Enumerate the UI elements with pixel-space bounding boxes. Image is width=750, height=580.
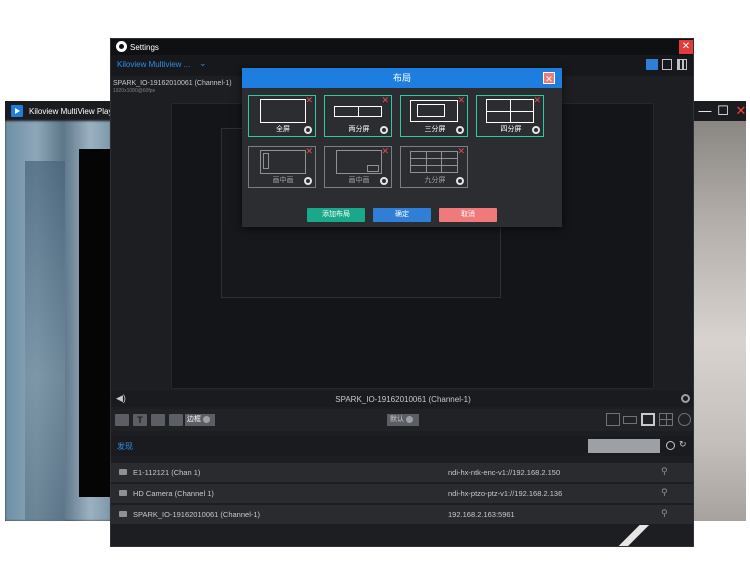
border-button-label: 边框 — [187, 416, 201, 423]
refresh-icon[interactable]: ↻ — [679, 439, 687, 450]
cancel-button[interactable]: 取消 — [439, 208, 497, 222]
monitor-settings-gear-icon[interactable] — [681, 394, 690, 403]
settings-titlebar: Settings ✕ — [111, 39, 693, 55]
delete-icon[interactable]: ✕ — [381, 146, 389, 157]
layout-tile-two[interactable]: ✕ 两分屏 — [324, 95, 392, 137]
source-title: SPARK_IO-19162010061 (Channel-1) — [113, 80, 232, 87]
four-split-preview — [486, 99, 534, 123]
source-name: SPARK_IO-19162010061 (Channel-1) — [133, 510, 261, 519]
kiloview-logo-icon — [11, 105, 23, 117]
source-url: 192.168.2.163:5961 — [448, 510, 515, 519]
source-name: HD Camera (Channel 1) — [133, 489, 214, 498]
pin-icon[interactable]: ⚲ — [661, 508, 668, 519]
delete-icon[interactable]: ✕ — [457, 95, 465, 106]
add-layout-button[interactable]: 添加布局 — [307, 208, 365, 222]
gear-icon[interactable] — [380, 126, 388, 134]
video-background-right — [693, 121, 746, 521]
default-button-label: 默认 — [390, 416, 404, 423]
player-title: Kiloview MultiView Player — [29, 107, 120, 116]
gear-icon[interactable] — [456, 126, 464, 134]
cursor-shape — [611, 525, 651, 546]
layout-tile-nine[interactable]: ✕ 九分屏 — [400, 146, 468, 188]
source-url: ndi-hx-ntk-enc-v1://192.168.2.150 — [448, 468, 561, 477]
pin-icon[interactable]: ⚲ — [661, 466, 668, 477]
default-close-icon[interactable] — [405, 415, 413, 423]
layout-tile-fullscreen[interactable]: ✕ 全屏 — [248, 95, 316, 137]
layout-tile-three[interactable]: ✕ 三分屏 — [400, 95, 468, 137]
zoom-out-icon[interactable] — [678, 413, 691, 426]
fullscreen-preview — [260, 99, 306, 123]
dialog-close-button[interactable]: ✕ — [543, 72, 555, 84]
delete-icon[interactable]: ✕ — [305, 146, 313, 157]
video-background-left-detail — [25, 161, 65, 521]
delete-icon[interactable]: ✕ — [305, 95, 313, 106]
gear-icon[interactable] — [532, 126, 540, 134]
pin-icon[interactable]: ⚲ — [661, 487, 668, 498]
source-resolution: 1920x1080@60fps — [113, 88, 156, 94]
nine-split-preview — [410, 151, 458, 173]
minimize-button[interactable]: — — [695, 101, 715, 121]
default-button[interactable]: 默认 — [387, 414, 419, 426]
pip-inset — [263, 153, 269, 169]
layout-single-icon[interactable] — [606, 413, 620, 426]
multiview-dropdown[interactable]: Kiloview Multiview ... — [117, 60, 190, 69]
layout-toolbar: T 边框 默认 — [111, 409, 693, 431]
dialog-title: 布局 — [242, 68, 562, 88]
add-source-icon[interactable] — [666, 441, 675, 450]
layout-tool-grid-icon[interactable] — [115, 414, 129, 426]
three-split-inner — [417, 104, 445, 117]
layout-pip-icon[interactable] — [641, 413, 655, 426]
table-tool-icon[interactable] — [151, 414, 165, 426]
settings-title: Settings — [130, 43, 159, 52]
source-row[interactable]: E1-112121 (Chan 1) ndi-hx-ntk-enc-v1://1… — [111, 463, 693, 482]
export-icon[interactable] — [662, 59, 672, 70]
pip-inset — [367, 165, 379, 172]
search-input[interactable] — [588, 439, 660, 453]
gear-icon[interactable] — [380, 177, 388, 185]
layout-two-icon[interactable] — [623, 416, 637, 424]
chevron-down-icon[interactable]: ⌄ — [199, 58, 207, 69]
source-url: ndi-hx-ptzo-ptz-v1://192.168.2.136 — [448, 489, 563, 498]
camera-icon — [119, 511, 127, 517]
delete-icon[interactable]: ✕ — [381, 95, 389, 106]
grid-icon[interactable] — [677, 59, 687, 70]
camera-icon — [119, 490, 127, 496]
gear-icon[interactable] — [304, 126, 312, 134]
two-split-preview — [334, 106, 382, 117]
layout-dialog: 布局 ✕ ✕ 全屏 ✕ 两分屏 ✕ 三分屏 ✕ 四分屏 ✕ 画中画 ✕ 画中画 — [242, 68, 562, 227]
border-close-icon[interactable] — [202, 415, 210, 423]
delete-icon[interactable]: ✕ — [533, 95, 541, 106]
camera-icon — [119, 469, 127, 475]
settings-close-button[interactable]: ✕ — [679, 40, 693, 54]
maximize-button[interactable]: ☐ — [713, 101, 733, 121]
source-row[interactable]: HD Camera (Channel 1) ndi-hx-ptzo-ptz-v1… — [111, 484, 693, 503]
monitor-label: SPARK_IO-19162010061 (Channel-1) — [335, 395, 471, 404]
layout-tile-pip-left[interactable]: ✕ 画中画 — [248, 146, 316, 188]
layout-tile-pip-right[interactable]: ✕ 画中画 — [324, 146, 392, 188]
monitor-bar: ◀) SPARK_IO-19162010061 (Channel-1) — [111, 391, 693, 407]
border-button[interactable]: 边框 — [185, 414, 215, 426]
confirm-button[interactable]: 确定 — [373, 208, 431, 222]
home-icon[interactable] — [646, 59, 658, 70]
source-row[interactable]: SPARK_IO-19162010061 (Channel-1) 192.168… — [111, 505, 693, 524]
found-label: 发现 — [117, 442, 133, 451]
source-name: E1-112121 (Chan 1) — [133, 468, 201, 477]
layout-four-icon[interactable] — [659, 413, 673, 426]
gear-icon — [116, 41, 127, 52]
gear-icon[interactable] — [304, 177, 312, 185]
discovery-bar: 发现 ↻ — [111, 436, 693, 456]
text-tool-icon[interactable]: T — [133, 414, 147, 426]
layout-tile-four[interactable]: ✕ 四分屏 — [476, 95, 544, 137]
close-button[interactable]: ✕ — [731, 101, 746, 121]
delete-icon[interactable]: ✕ — [457, 146, 465, 157]
chart-tool-icon[interactable] — [169, 414, 183, 426]
gear-icon[interactable] — [456, 177, 464, 185]
